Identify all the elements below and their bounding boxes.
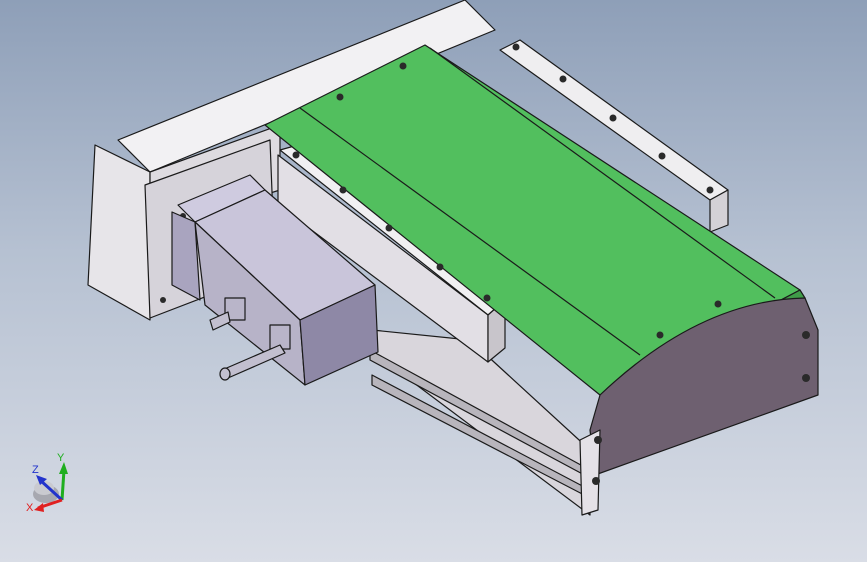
3d-viewport[interactable]: Y Z X xyxy=(0,0,867,562)
rear-housing-front xyxy=(87,144,151,321)
axis-triad[interactable]: Y Z X xyxy=(22,452,82,522)
z-axis-label: Z xyxy=(32,464,39,476)
motor-shaft-end xyxy=(219,367,231,381)
linear-actuator-model[interactable] xyxy=(0,0,867,562)
y-axis-label: Y xyxy=(57,452,65,464)
x-axis-label: X xyxy=(26,502,34,514)
